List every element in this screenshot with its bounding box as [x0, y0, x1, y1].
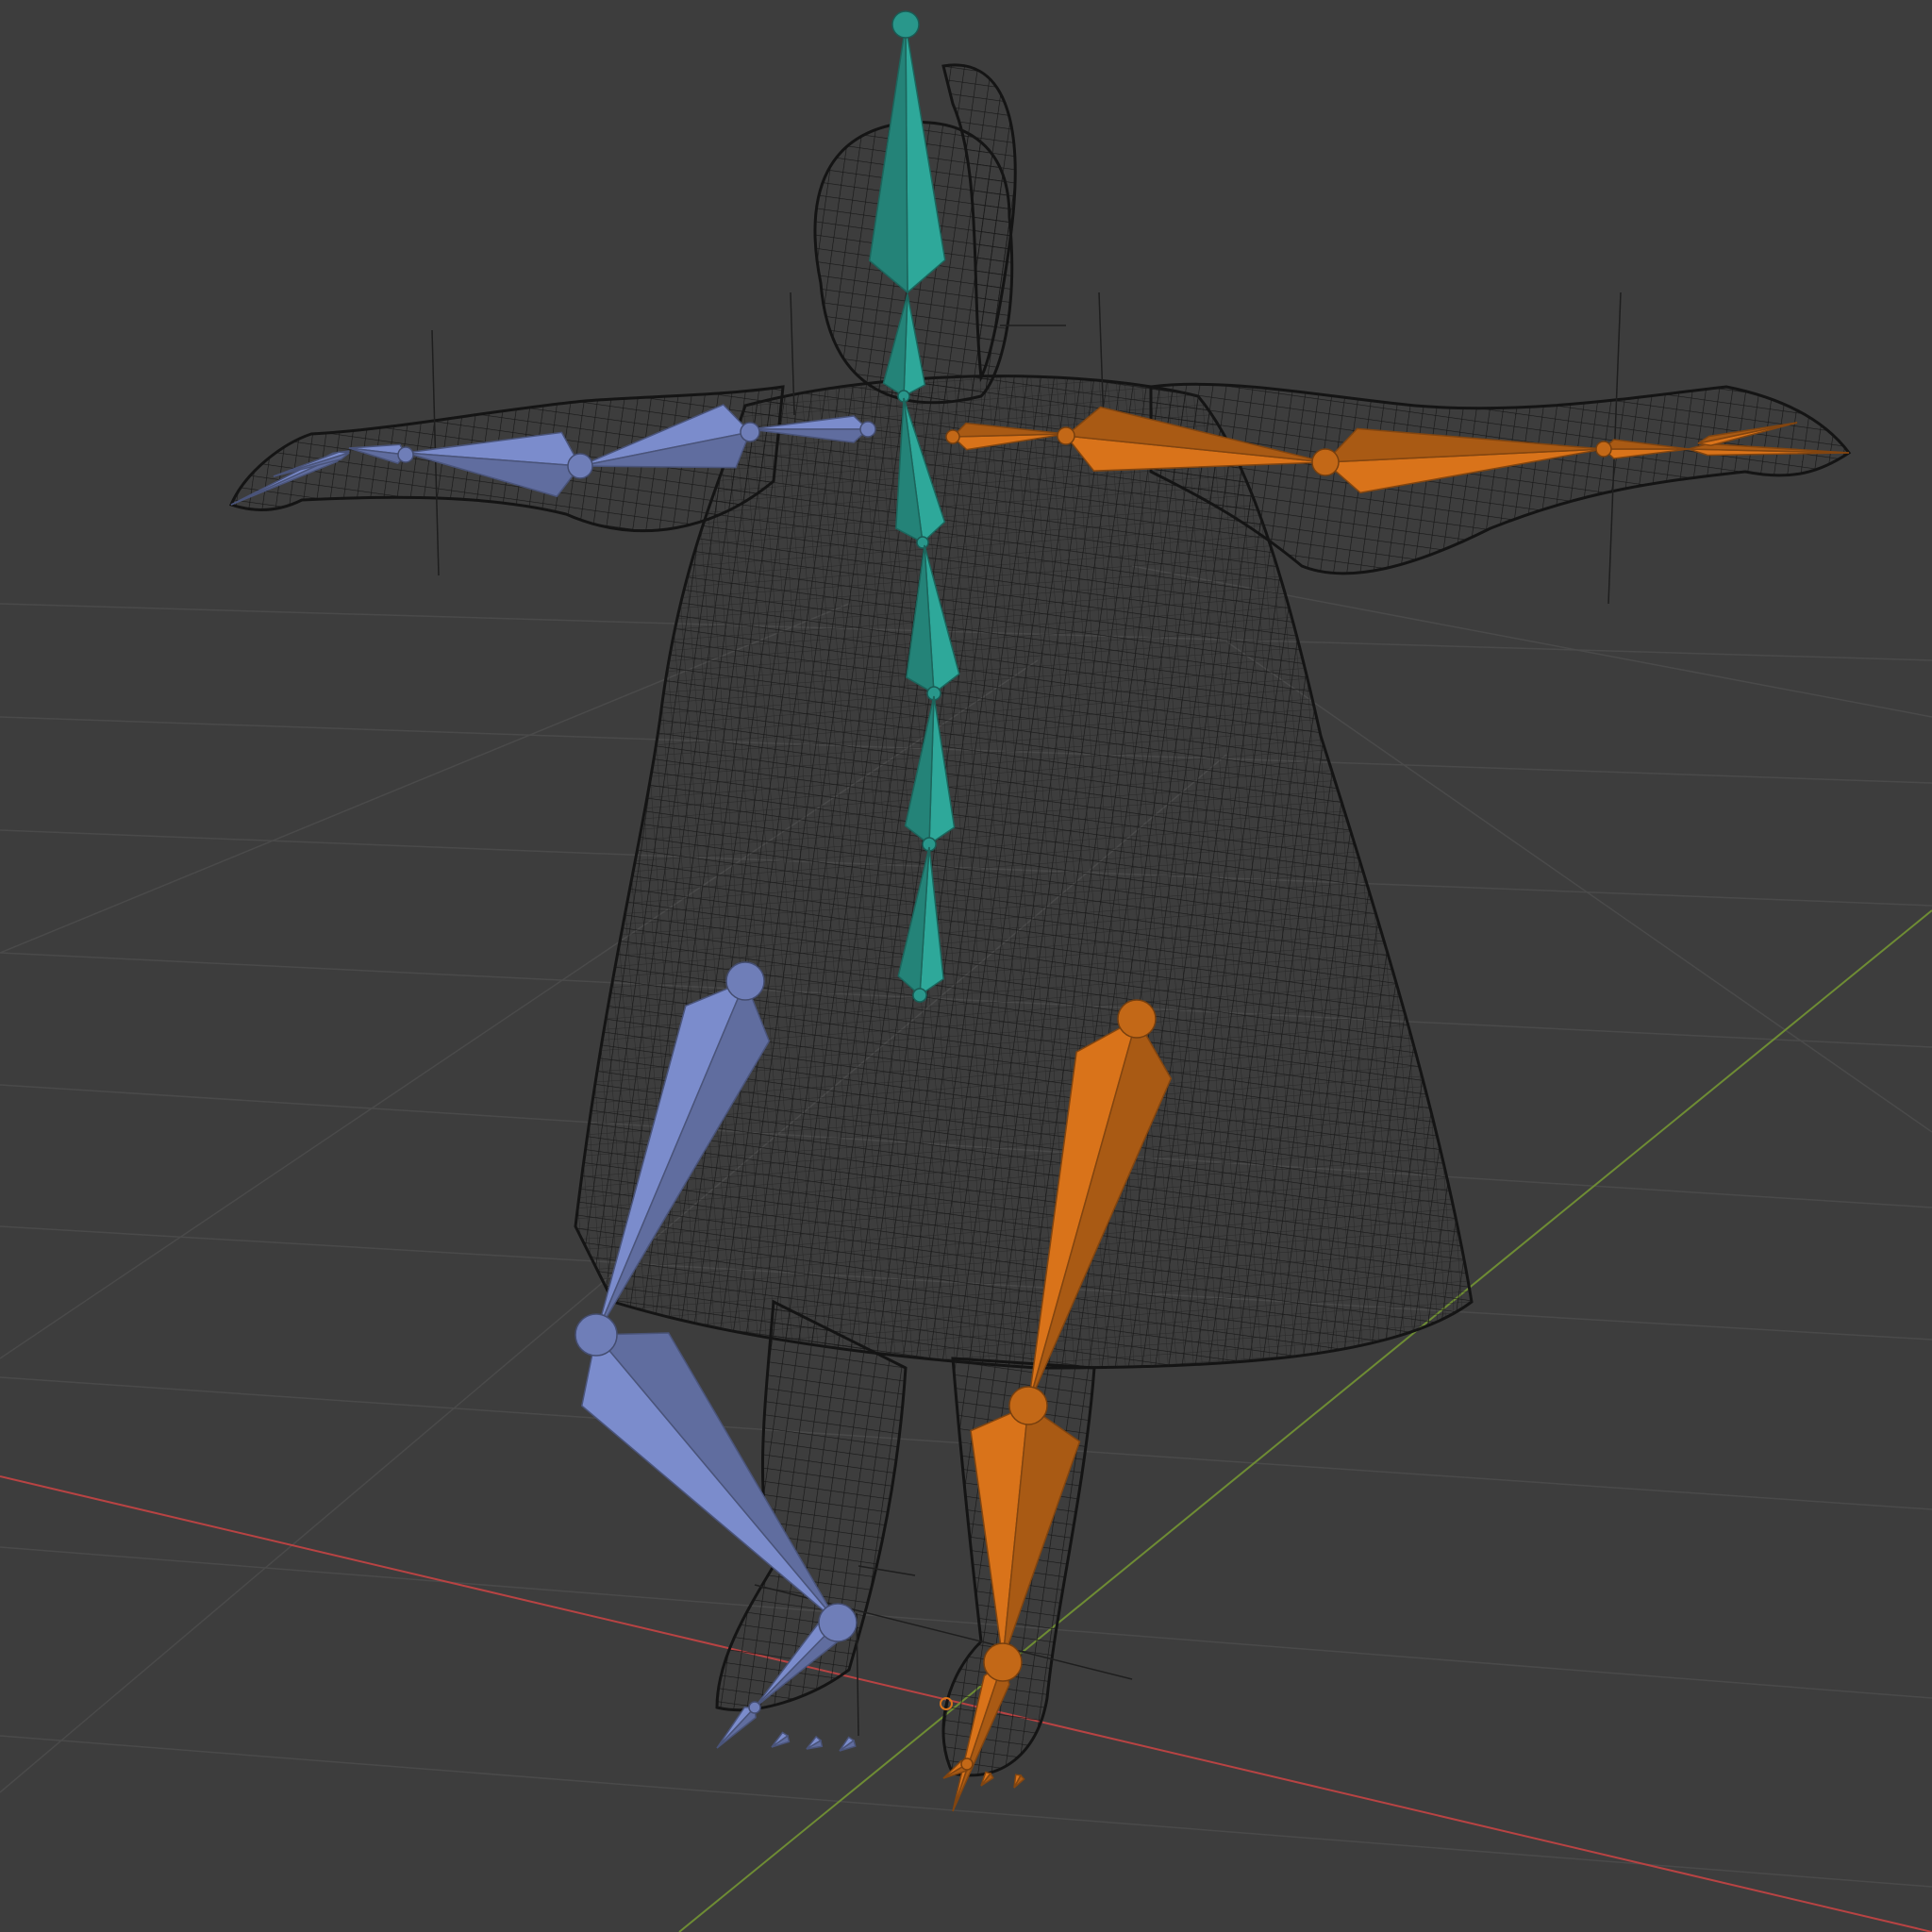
left-toe-bone-head-joint[interactable] — [748, 1701, 761, 1714]
3d-viewport[interactable] — [0, 0, 1932, 1932]
left-foot-bone-head-joint[interactable] — [818, 1603, 858, 1642]
left-upper-arm-bone-head-joint[interactable] — [740, 422, 760, 442]
right-forearm-bone-head-joint[interactable] — [1311, 448, 1340, 476]
right-hand-bone-head-joint[interactable] — [1595, 441, 1612, 458]
right-foot-bone-head-joint[interactable] — [983, 1642, 1023, 1682]
right-upper-arm-bone-head-joint[interactable] — [1057, 426, 1075, 445]
right-knee-joint[interactable] — [1008, 1386, 1048, 1425]
right-thigh-bone-head-joint[interactable] — [1117, 999, 1157, 1039]
left-shin-bone-head-joint[interactable] — [575, 1313, 618, 1357]
left-forearm-bone-head-joint[interactable] — [567, 453, 593, 479]
viewport-canvas[interactable] — [0, 0, 1932, 1932]
right-clavicle-bone-head-joint[interactable] — [945, 429, 960, 444]
left-toe-small-3[interactable] — [839, 1736, 857, 1752]
chest-bone-head-joint[interactable] — [916, 536, 929, 549]
left-hand-bone-head-joint[interactable] — [397, 446, 414, 463]
head-tip-joint[interactable] — [891, 10, 920, 39]
hips-joint[interactable] — [912, 988, 927, 1003]
left-clavicle-bone-head-joint[interactable] — [859, 421, 876, 438]
left-toe-bone-face-b — [716, 1706, 757, 1749]
left-toe-small-1[interactable] — [771, 1731, 791, 1748]
right-toe-bone-head-joint[interactable] — [960, 1757, 974, 1771]
left-thigh-bone-head-joint[interactable] — [725, 961, 765, 1001]
left-toe-small-2[interactable] — [806, 1735, 824, 1750]
right-toe-small-2[interactable] — [1013, 1774, 1025, 1789]
